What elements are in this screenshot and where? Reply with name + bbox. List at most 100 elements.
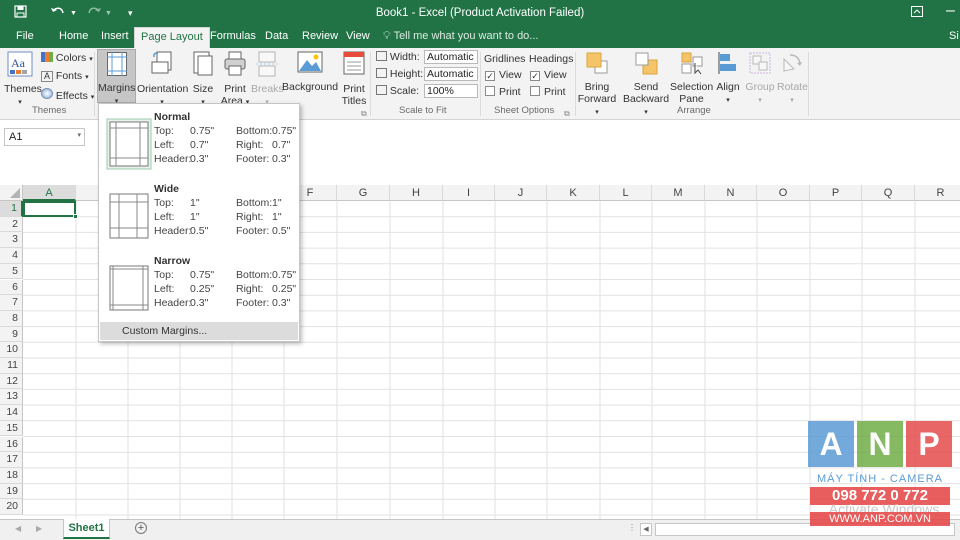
size-button[interactable]: Size▾ <box>190 51 216 109</box>
column-header-l[interactable]: L <box>600 185 652 201</box>
minimize-icon[interactable]: – <box>946 2 955 20</box>
row-header-11[interactable]: 11 <box>0 358 23 374</box>
width-select[interactable]: Automatic <box>424 50 478 64</box>
row-header-15[interactable]: 15 <box>0 420 23 437</box>
sheet-tab-sheet1[interactable]: Sheet1 <box>63 519 110 539</box>
rotate-button[interactable]: Rotate ▾ <box>777 51 808 107</box>
effects-button[interactable]: Effects ▾ <box>41 88 94 102</box>
themes-icon: Aa <box>4 51 36 80</box>
margin-option-narrow[interactable]: Narrow Top: 0.75" Bottom: 0.75" Left: 0.25" Rig… <box>100 250 298 320</box>
gridlines-view-checkbox[interactable]: ✓ View <box>485 69 522 81</box>
column-header-h[interactable]: H <box>390 185 443 201</box>
orientation-icon <box>137 51 187 80</box>
tab-review[interactable]: Review <box>302 30 338 42</box>
hscroll-separator-icon[interactable]: ⋮ <box>628 523 636 532</box>
tab-home[interactable]: Home <box>59 30 88 42</box>
margin-top-value: 0.75" <box>190 125 215 137</box>
row-header-8[interactable]: 8 <box>0 310 23 327</box>
row-header-14[interactable]: 14 <box>0 405 23 421</box>
background-button[interactable]: Background <box>282 51 338 93</box>
tab-data[interactable]: Data <box>265 30 288 42</box>
colors-button[interactable]: Colors ▾ <box>41 52 93 64</box>
orientation-button[interactable]: Orientation▾ <box>137 51 188 109</box>
column-header-g[interactable]: G <box>337 185 390 201</box>
headings-view-checkbox[interactable]: ✓ View <box>530 69 567 81</box>
tab-insert[interactable]: Insert <box>101 30 129 42</box>
row-header-2[interactable]: 2 <box>0 216 23 233</box>
fill-handle[interactable] <box>73 214 78 219</box>
row-header-6[interactable]: 6 <box>0 279 23 296</box>
align-button[interactable]: Align ▾ <box>714 51 742 107</box>
hscroll-left-arrow-icon[interactable]: ◀ <box>640 523 652 536</box>
row-header-9[interactable]: 9 <box>0 326 23 343</box>
column-header-p[interactable]: P <box>810 185 862 201</box>
chevron-down-icon[interactable]: ▾ <box>77 131 81 139</box>
custom-margins-item[interactable]: Custom Margins... <box>100 322 298 340</box>
group-button[interactable]: Group ▾ <box>744 51 776 107</box>
column-header-n[interactable]: N <box>705 185 757 201</box>
row-header-18[interactable]: 18 <box>0 467 23 484</box>
row-header-12[interactable]: 12 <box>0 373 23 390</box>
row-header-10[interactable]: 10 <box>0 342 23 358</box>
row-header-5[interactable]: 5 <box>0 263 23 280</box>
checkmark-icon: ✓ <box>485 71 495 81</box>
tell-me-box[interactable]: 💡︎ Tell me what you want to do... <box>383 30 538 43</box>
scale-spinner[interactable]: 100% <box>424 84 478 98</box>
margin-bottom-value: 1" <box>272 197 282 209</box>
row-header-7[interactable]: 7 <box>0 295 23 311</box>
margin-right-value: 1" <box>272 211 282 223</box>
themes-button[interactable]: Aa Themes ▾ <box>4 51 42 109</box>
margin-option-wide[interactable]: Wide Top: 1" Bottom: 1" Left: 1" Right: 1" Header… <box>100 178 298 248</box>
column-header-i[interactable]: I <box>443 185 495 201</box>
breaks-button[interactable]: Breaks▾ <box>251 51 284 109</box>
new-sheet-icon[interactable]: + <box>135 522 147 534</box>
scroll-right-icon[interactable]: ▶ <box>36 524 42 533</box>
margins-button[interactable]: Margins ▾ <box>97 49 136 105</box>
fonts-button[interactable]: A Fonts ▾ <box>41 70 89 82</box>
row-header-1[interactable]: 1 <box>0 201 23 217</box>
headings-print-checkbox[interactable]: Print <box>530 86 566 98</box>
row-header-20[interactable]: 20 <box>0 499 23 515</box>
gridlines-print-checkbox[interactable]: Print <box>485 86 521 98</box>
tab-page-layout[interactable]: Page Layout <box>134 27 210 49</box>
send-backward-button[interactable]: Send Backward ▾ <box>621 51 671 119</box>
ribbon-display-options-icon[interactable] <box>911 5 923 20</box>
effects-icon <box>41 88 53 99</box>
column-header-k[interactable]: K <box>547 185 600 201</box>
row-header-17[interactable]: 17 <box>0 452 23 468</box>
column-header-a[interactable]: A <box>23 185 76 201</box>
column-header-q[interactable]: Q <box>862 185 915 201</box>
selection-pane-button[interactable]: Selection Pane <box>670 51 713 105</box>
name-box[interactable]: A1 ▾ <box>4 128 85 146</box>
watermark-letter-n: N <box>857 421 903 467</box>
sheet-options-dialog-launcher-icon[interactable]: ⧉ <box>564 109 570 119</box>
column-header-j[interactable]: J <box>495 185 547 201</box>
page-setup-dialog-launcher-icon[interactable]: ⧉ <box>361 109 367 119</box>
row-header-19[interactable]: 19 <box>0 483 23 500</box>
row-header-3[interactable]: 3 <box>0 232 23 249</box>
send-backward-label-2: Backward <box>622 93 670 105</box>
margin-header-label: Header: <box>154 153 192 165</box>
bring-forward-button[interactable]: Bring Forward ▾ <box>576 51 618 119</box>
tab-view[interactable]: View <box>346 30 370 42</box>
column-header-m[interactable]: M <box>652 185 705 201</box>
tab-file[interactable]: File <box>16 30 34 42</box>
send-backward-label-1: Send <box>633 81 659 93</box>
tab-formulas[interactable]: Formulas <box>210 30 256 42</box>
margin-option-normal[interactable]: Normal Top: 0.75" Bottom: 0.75" Left: 0.7" Righ… <box>100 106 298 176</box>
height-select[interactable]: Automatic <box>424 67 478 81</box>
headings-view-label: View <box>544 69 567 81</box>
row-header-13[interactable]: 13 <box>0 389 23 406</box>
column-header-o[interactable]: O <box>757 185 810 201</box>
margin-footer-value: 0.5" <box>272 225 291 237</box>
column-header-r[interactable]: R <box>915 185 960 201</box>
active-cell[interactable] <box>23 201 78 219</box>
print-area-button[interactable]: PrintArea ▾ <box>220 51 250 109</box>
print-titles-button[interactable]: Print Titles <box>340 51 368 107</box>
select-all-corner[interactable] <box>0 185 23 201</box>
row-header-4[interactable]: 4 <box>0 248 23 264</box>
height-label: Height: <box>389 68 424 80</box>
row-header-16[interactable]: 16 <box>0 436 23 453</box>
scroll-left-icon[interactable]: ◀ <box>15 524 21 533</box>
account-name[interactable]: Si <box>949 30 959 42</box>
